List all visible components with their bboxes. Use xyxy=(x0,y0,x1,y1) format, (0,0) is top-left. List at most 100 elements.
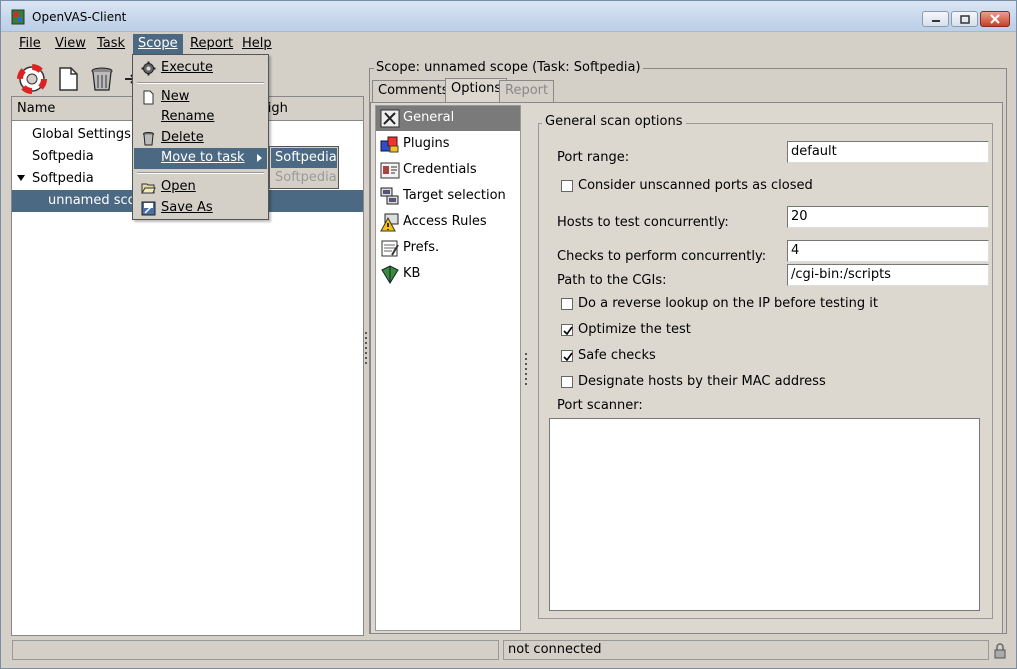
gear-icon xyxy=(141,61,156,76)
section-label: General xyxy=(403,110,455,125)
checkmark-icon xyxy=(563,326,573,336)
checks-concurrent-label: Checks to perform concurrently: xyxy=(557,249,767,264)
menu-help[interactable]: Help xyxy=(237,34,277,54)
close-icon xyxy=(990,14,1000,24)
status-left xyxy=(12,640,499,660)
menu-task[interactable]: Task xyxy=(92,34,130,54)
minimize-button[interactable] xyxy=(922,11,949,27)
knowledge-base-book-icon xyxy=(381,265,399,284)
section-label: Access Rules xyxy=(403,214,487,229)
menu-item-new[interactable]: New xyxy=(134,87,267,108)
menu-report[interactable]: Report xyxy=(185,34,238,54)
menu-scope[interactable]: Scope xyxy=(133,34,183,54)
menu-item-save-as[interactable]: Save As xyxy=(134,198,267,219)
menu-item-open[interactable]: Open xyxy=(134,177,267,198)
port-scanner-list[interactable] xyxy=(549,418,980,611)
new-document-icon xyxy=(143,90,154,105)
scope-dropdown-menu: Execute New Rename Delete Move to task O… xyxy=(132,54,269,220)
mac-address-label: Designate hosts by their MAC address xyxy=(578,374,826,389)
reverse-lookup-checkbox[interactable] xyxy=(561,298,573,310)
checks-concurrent-input[interactable]: 4 xyxy=(787,240,989,262)
trash-icon xyxy=(91,67,113,91)
section-general[interactable]: General xyxy=(376,106,520,131)
toolbar-connect-button[interactable] xyxy=(17,64,47,94)
section-credentials[interactable]: Credentials xyxy=(376,158,520,183)
general-options-title: General scan options xyxy=(542,114,686,129)
tab-report: Report xyxy=(499,80,555,102)
toolbar-delete-button[interactable] xyxy=(87,64,117,94)
lock-icon xyxy=(994,643,1006,659)
options-section-list[interactable]: General Plugins Credentials Target selec… xyxy=(375,105,521,631)
safe-checks-checkbox[interactable] xyxy=(561,350,573,362)
submenu-item-task[interactable]: Softpedia xyxy=(271,148,337,168)
optimize-checkbox[interactable] xyxy=(561,324,573,336)
section-label: Target selection xyxy=(403,188,506,203)
reverse-lookup-label: Do a reverse lookup on the IP before tes… xyxy=(578,296,878,311)
section-splitter-handle[interactable] xyxy=(524,353,528,387)
hosts-concurrent-label: Hosts to test concurrently: xyxy=(557,215,729,230)
folder-open-icon xyxy=(141,183,156,194)
tools-icon xyxy=(380,109,400,128)
column-header-high[interactable]: High xyxy=(253,97,363,121)
section-target-selection[interactable]: Target selection xyxy=(376,184,520,209)
window-title: OpenVAS-Client xyxy=(32,10,127,24)
minimize-icon xyxy=(931,20,940,22)
maximize-icon xyxy=(959,14,970,24)
title-bar: OpenVAS-Client xyxy=(1,1,1016,32)
target-hosts-icon xyxy=(380,187,399,205)
menu-item-delete[interactable]: Delete xyxy=(134,128,267,149)
status-bar: not connected xyxy=(9,639,1010,661)
app-icon xyxy=(11,9,25,25)
section-label: KB xyxy=(403,266,421,281)
connection-status: not connected xyxy=(503,640,989,660)
port-scanner-label: Port scanner: xyxy=(557,398,643,413)
safe-checks-label: Safe checks xyxy=(578,348,656,363)
options-tab-body: General Plugins Credentials Target selec… xyxy=(370,102,1003,634)
menu-file[interactable]: File xyxy=(14,34,46,54)
cgi-path-input[interactable]: /cgi-bin:/scripts xyxy=(787,264,989,286)
tab-options[interactable]: Options xyxy=(445,78,508,103)
consider-unscanned-checkbox[interactable] xyxy=(561,180,573,192)
consider-unscanned-label: Consider unscanned ports as closed xyxy=(578,178,813,193)
pane-splitter-handle[interactable] xyxy=(364,332,368,368)
menu-separator xyxy=(137,82,264,84)
submenu-arrow-icon xyxy=(257,154,262,162)
menu-item-rename[interactable]: Rename xyxy=(134,107,267,128)
access-rules-icon xyxy=(380,213,399,232)
tree-item-label: Softpedia xyxy=(32,149,94,164)
section-access-rules[interactable]: Access Rules xyxy=(376,210,520,235)
tree-item-label: Softpedia xyxy=(32,171,94,186)
section-prefs[interactable]: Prefs. xyxy=(376,236,520,261)
plugins-icon xyxy=(380,136,399,153)
checkmark-icon xyxy=(563,352,573,362)
cgi-path-label: Path to the CGIs: xyxy=(557,273,667,288)
hosts-concurrent-input[interactable]: 20 xyxy=(787,206,989,228)
tab-comments[interactable]: Comments xyxy=(372,80,455,102)
expander-icon[interactable] xyxy=(17,175,25,181)
new-document-icon xyxy=(59,67,78,91)
preferences-icon xyxy=(381,240,399,257)
menu-item-execute[interactable]: Execute xyxy=(134,58,267,79)
mac-address-checkbox[interactable] xyxy=(561,376,573,388)
scope-label: Scope: unnamed scope (Task: Softpedia) xyxy=(374,60,643,75)
port-range-label: Port range: xyxy=(557,150,630,165)
port-range-input[interactable]: default xyxy=(787,141,989,163)
maximize-button[interactable] xyxy=(951,11,978,27)
application-window: OpenVAS-Client File View Task Scope Repo… xyxy=(0,0,1017,669)
menu-view[interactable]: View xyxy=(50,34,91,54)
menu-bar: File View Task Scope Report Help xyxy=(9,32,1010,54)
move-to-task-submenu: Softpedia Softpedia xyxy=(269,146,339,189)
tree-item-label: Global Settings xyxy=(32,127,131,142)
menu-item-move-to-task[interactable]: Move to task xyxy=(134,148,267,169)
section-label: Prefs. xyxy=(403,240,440,255)
toolbar-new-button[interactable] xyxy=(53,64,83,94)
section-kb[interactable]: KB xyxy=(376,262,520,287)
section-plugins[interactable]: Plugins xyxy=(376,132,520,157)
close-button[interactable] xyxy=(980,11,1010,27)
trash-icon xyxy=(143,132,154,146)
optimize-label: Optimize the test xyxy=(578,322,691,337)
section-label: Credentials xyxy=(403,162,477,177)
menu-separator xyxy=(137,172,264,174)
credentials-icon xyxy=(380,162,400,179)
lifebuoy-icon xyxy=(17,64,47,94)
